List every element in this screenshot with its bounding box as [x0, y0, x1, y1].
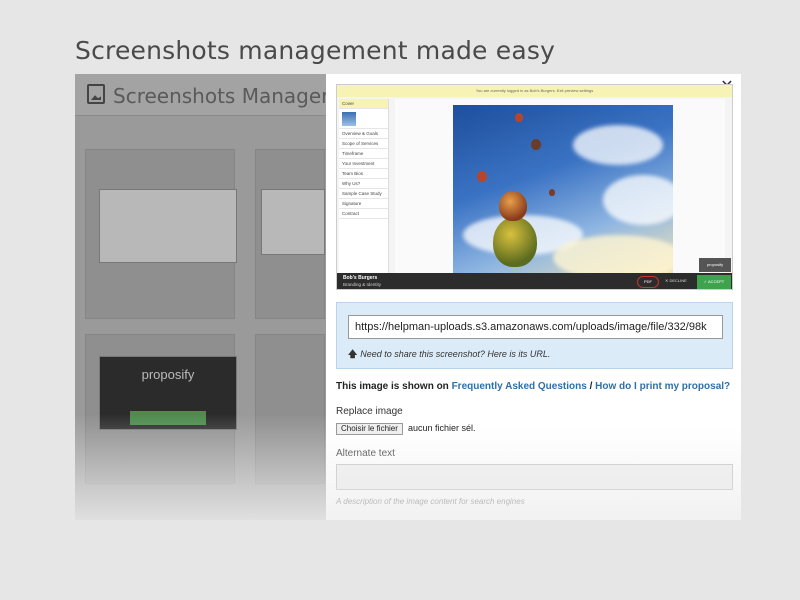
screenshot-preview: You are currently logged in as Bob's Bur…: [336, 84, 733, 290]
preview-sidebar-thumb: [339, 109, 388, 129]
shown-on-separator: /: [589, 381, 593, 392]
preview-accept-button: ✓ ACCEPT: [697, 275, 731, 289]
file-status: aucun fichier sél.: [408, 423, 476, 433]
preview-brand-badge: proposify: [699, 258, 731, 272]
choose-file-button[interactable]: Choisir le fichier: [336, 423, 403, 435]
image-icon: [87, 84, 105, 104]
preview-topbar: You are currently logged in as Bob's Bur…: [337, 85, 732, 97]
preview-sidebar-item: Scope of Services: [339, 139, 388, 149]
preview-sidebar-item: Overview & Goals: [339, 129, 388, 139]
url-hint: 🡅 Need to share this screenshot? Here is …: [348, 347, 550, 363]
preview-sidebar-item: Sample Case Study: [339, 189, 388, 199]
arrow-up-icon: 🡅: [348, 349, 358, 359]
screenshot-url-input[interactable]: [348, 315, 723, 339]
url-panel: 🡅Need to share this screenshot? Here is …: [336, 302, 733, 369]
preview-sidebar-item: Contract: [339, 209, 388, 219]
preview-footer: Bob's Burgers Branding & Identity PDF ✕ …: [337, 273, 732, 289]
alt-text-label: Alternate text: [336, 448, 395, 459]
print-proposal-link[interactable]: How do I print my proposal?: [595, 381, 730, 392]
preview-sidebar-item: Signature: [339, 199, 388, 209]
page-headline: Screenshots management made easy: [75, 36, 556, 65]
balloon-photo: [453, 105, 673, 275]
preview-sidebar-item: Timeframe: [339, 149, 388, 159]
preview-sidebar-item: Why Us?: [339, 179, 388, 189]
background-title: Screenshots Manager: [113, 84, 330, 108]
preview-pdf-button: PDF: [637, 276, 659, 288]
preview-client-sub: Branding & Identity: [343, 282, 382, 287]
shown-on-text: This image is shown on Frequently Asked …: [336, 381, 730, 392]
preview-sidebar-item: Your Investment: [339, 159, 388, 169]
background-thumb-brand: proposify: [141, 367, 195, 382]
screenshot-modal: ✕ You are currently logged in as Bob's B…: [326, 74, 741, 520]
app-stage: Screenshots Manager proposify ✕ You are …: [75, 74, 741, 520]
preview-main: [395, 99, 725, 275]
preview-sidebar-item: Team Bios: [339, 169, 388, 179]
background-thumb: [261, 189, 325, 255]
url-hint-text: Need to share this screenshot? Here is i…: [360, 349, 551, 359]
alt-text-help: A description of the image content for s…: [336, 497, 525, 506]
alt-text-input[interactable]: [336, 464, 733, 490]
preview-client-name: Bob's Burgers: [343, 275, 378, 281]
preview-sidebar: Cover Overview & Goals Scope of Services…: [339, 99, 389, 275]
replace-image-label: Replace image: [336, 406, 403, 417]
preview-decline-button: ✕ DECLINE: [665, 278, 687, 283]
faq-link[interactable]: Frequently Asked Questions: [452, 381, 587, 392]
preview-sidebar-item: Cover: [339, 99, 388, 109]
background-thumb: [99, 189, 237, 263]
shown-on-prefix: This image is shown on: [336, 381, 449, 392]
